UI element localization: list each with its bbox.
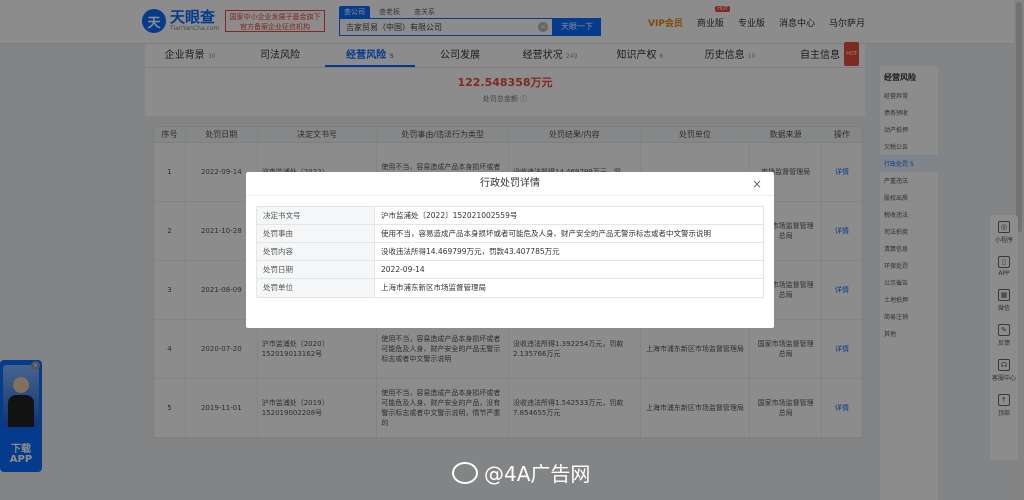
modal-detail-table: 决定书文号 沪市监浦处〔2022〕152021002559号 处罚事由 使用不当，容… <box>256 206 764 298</box>
weibo-icon <box>452 461 478 484</box>
close-icon[interactable]: × <box>752 172 762 196</box>
detail-row: 处罚事由 使用不当，容易造成产品本身损坏或者可能危及人身、财产安全的产品无警示标志… <box>257 225 763 243</box>
penalty-detail-modal: 行政处罚详情 × 决定书文号 沪市监浦处〔2022〕152021002559号 处… <box>246 172 774 328</box>
watermark: @4A广告网 <box>452 458 590 487</box>
detail-row: 处罚单位 上海市浦东新区市场监督管理局 <box>257 279 763 297</box>
modal-title: 行政处罚详情 × <box>246 172 774 196</box>
detail-row: 决定书文号 沪市监浦处〔2022〕152021002559号 <box>257 207 763 225</box>
detail-row: 处罚日期 2022-09-14 <box>257 261 763 279</box>
detail-row: 处罚内容 没收违法所得14.469799万元，罚款43.407785万元 <box>257 243 763 261</box>
